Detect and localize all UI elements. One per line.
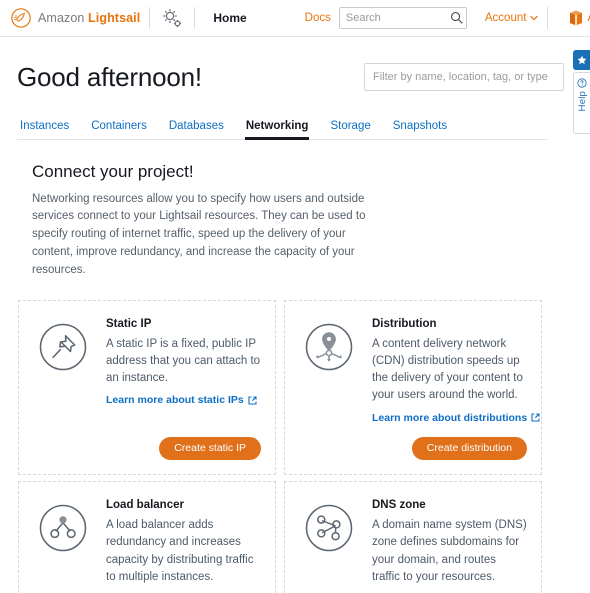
nav-item-home[interactable]: Home: [213, 11, 246, 25]
divider: [149, 7, 151, 29]
card-distribution: Distribution A content delivery network (…: [284, 299, 542, 476]
external-link-icon: [531, 413, 540, 422]
tab-snapshots[interactable]: Snapshots: [392, 120, 448, 139]
greeting-row: Good afternoon!: [17, 37, 573, 92]
star-icon: [577, 55, 586, 65]
card-learn-more-link-distribution[interactable]: Learn more about distributions: [372, 411, 540, 424]
help-tab[interactable]: Help: [573, 72, 590, 134]
static-ip-pushpin-icon: [39, 323, 87, 370]
help-label: Help: [576, 91, 588, 112]
brand-text: Amazon Lightsail: [38, 11, 141, 25]
resource-tabs: Instances Containers Databases Networking St…: [17, 120, 548, 140]
tab-networking[interactable]: Networking: [244, 120, 310, 140]
lightsail-logo-icon: [11, 8, 31, 28]
tab-instances[interactable]: Instances: [19, 120, 70, 139]
card-description: A content delivery network (CDN) distrib…: [372, 337, 523, 402]
card-link-label: Learn more about static IPs: [106, 394, 244, 407]
card-body: Static IP A static IP is a fixed, public …: [106, 317, 261, 461]
card-description: A domain name system (DNS) zone defines …: [372, 519, 527, 583]
page-title: Good afternoon!: [17, 62, 202, 92]
aws-cube-icon: [570, 10, 583, 26]
help-rail: Help: [573, 50, 590, 134]
account-label: Account: [484, 12, 527, 24]
chevron-down-icon: [530, 15, 539, 21]
card-link-label: Learn more about distributions: [372, 411, 528, 424]
card-title: Load balancer: [106, 499, 184, 512]
card-action-row: Create static IP: [106, 424, 261, 461]
favorites-tab[interactable]: [573, 50, 590, 70]
question-circle-icon: [577, 78, 587, 88]
card-static-ip: Static IP A static IP is a fixed, public …: [18, 299, 276, 476]
tab-databases[interactable]: Databases: [168, 120, 225, 139]
distribution-map-pin-icon: [305, 323, 353, 370]
gear-icon[interactable]: [159, 6, 185, 30]
top-navigation-bar: Amazon Lightsail Home Docs Account: [0, 0, 590, 37]
section-connect-your-project: Connect your project! Networking resourc…: [17, 162, 573, 280]
card-body: Distribution A content delivery network (…: [372, 317, 540, 461]
card-title: DNS zone: [372, 499, 426, 512]
divider: [194, 7, 196, 29]
external-link-icon: [248, 396, 257, 405]
card-description: A load balancer adds redundancy and incr…: [106, 519, 254, 583]
card-description: A static IP is a fixed, public IP addres…: [106, 337, 261, 385]
card-action-row: Create distribution: [372, 424, 527, 461]
dns-zone-network-icon: [305, 504, 353, 552]
section-title: Connect your project!: [32, 161, 194, 181]
resource-cards-grid: Static IP A static IP is a fixed, public …: [17, 299, 573, 593]
account-menu[interactable]: Account: [485, 12, 539, 24]
filter-input[interactable]: [364, 63, 564, 92]
create-distribution-button[interactable]: Create distribution: [411, 436, 527, 461]
card-body: Load balancer A load balancer adds redund…: [106, 498, 261, 593]
card-title: Distribution: [372, 317, 437, 330]
search-input[interactable]: [338, 7, 467, 29]
card-body: DNS zone A domain name system (DNS) zone …: [372, 498, 527, 593]
card-learn-more-link-static-ip[interactable]: Learn more about static IPs: [106, 394, 261, 406]
page-content: Good afternoon! Instances Containers Datab…: [0, 37, 590, 593]
load-balancer-nodes-icon: [39, 504, 87, 552]
card-title: Static IP: [106, 317, 152, 330]
aws-console-link[interactable]: AWS: [569, 10, 590, 26]
tab-containers[interactable]: Containers: [90, 120, 148, 139]
card-dns-zone: DNS zone A domain name system (DNS) zone …: [284, 481, 542, 593]
section-description: Networking resources allow you to specif…: [32, 192, 366, 276]
card-load-balancer: Load balancer A load balancer adds redund…: [18, 481, 276, 593]
create-static-ip-button[interactable]: Create static IP: [159, 436, 261, 461]
search-box[interactable]: [338, 7, 467, 29]
divider: [547, 7, 549, 29]
brand-logo-link[interactable]: Amazon Lightsail: [10, 7, 140, 29]
tab-storage[interactable]: Storage: [329, 120, 371, 139]
nav-item-docs[interactable]: Docs: [305, 12, 331, 24]
